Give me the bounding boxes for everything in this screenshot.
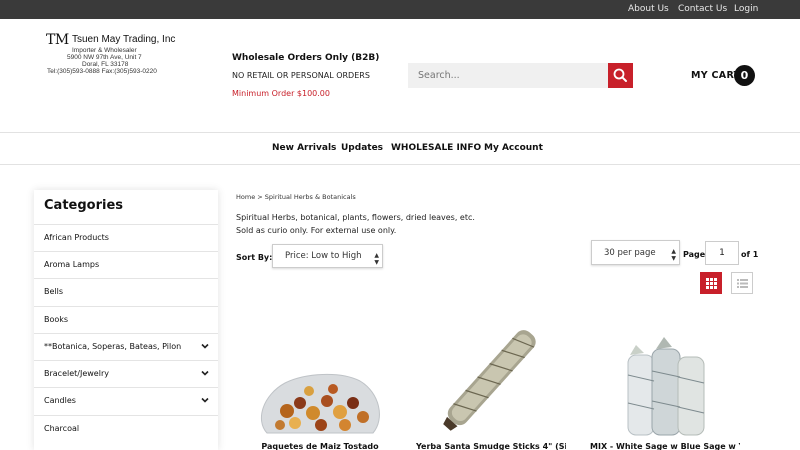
sort-select-value: Price: Low to High bbox=[285, 251, 362, 261]
sidebar-item-label: Bells bbox=[44, 287, 64, 296]
company-tagline: Importer & Wholesaler bbox=[72, 47, 137, 54]
product-card[interactable]: Paquetes de Maiz Tostado bbox=[245, 315, 395, 450]
chevron-down-icon[interactable] bbox=[200, 368, 210, 378]
product-card[interactable]: MIX - White Sage w Blue Sage w Yerba bbox=[590, 315, 740, 450]
product-image[interactable] bbox=[416, 315, 566, 440]
select-arrow-icon: ▲ ▼ bbox=[671, 248, 676, 262]
nav-new-arrivals[interactable]: New Arrivals bbox=[272, 143, 336, 153]
login-link[interactable]: Login bbox=[734, 4, 758, 14]
sidebar-item-african-products[interactable]: African Products bbox=[34, 224, 218, 251]
sidebar-item-botanica[interactable]: **Botanica, Soperas, Bateas, Pilon bbox=[34, 333, 218, 360]
nav-wholesale-info[interactable]: WHOLESALE INFO bbox=[391, 143, 481, 153]
company-city: Doral, FL 33178 bbox=[82, 61, 129, 68]
minimum-order-notice: Minimum Order $100.00 bbox=[232, 89, 330, 98]
company-name: Tsuen May Trading, Inc bbox=[72, 34, 176, 45]
grid-icon bbox=[706, 278, 717, 289]
sidebar-item-bracelet-jewelry[interactable]: Bracelet/Jewelry bbox=[34, 360, 218, 387]
nav-updates[interactable]: Updates bbox=[341, 143, 383, 153]
sort-select[interactable]: Price: Low to High ▲ ▼ bbox=[272, 244, 383, 268]
logo-mark: TM bbox=[46, 32, 69, 48]
top-bar: About Us Contact Us Login bbox=[0, 0, 800, 19]
main-nav: New Arrivals Updates WHOLESALE INFO My A… bbox=[0, 133, 800, 165]
sidebar-item-label: Books bbox=[44, 315, 69, 324]
search-input[interactable] bbox=[408, 63, 608, 88]
sidebar-item-label: Charcoal bbox=[44, 424, 80, 433]
search-icon bbox=[613, 68, 627, 82]
product-image[interactable] bbox=[245, 315, 395, 440]
sidebar-item-charcoal[interactable]: Charcoal bbox=[34, 415, 218, 442]
search-button[interactable] bbox=[608, 63, 633, 88]
sidebar-item-books[interactable]: Books bbox=[34, 306, 218, 333]
grid-view-button[interactable] bbox=[700, 272, 722, 294]
category-description-line2: Sold as curio only. For external use onl… bbox=[236, 226, 397, 235]
sidebar-item-label: Bracelet/Jewelry bbox=[44, 369, 109, 378]
sort-label: Sort By: bbox=[236, 253, 273, 262]
category-sidebar: Categories African Products Aroma Lamps … bbox=[34, 190, 218, 450]
about-us-link[interactable]: About Us bbox=[628, 4, 669, 14]
company-phone: Tel:(305)593-0888 Fax:(305)593-0220 bbox=[47, 68, 157, 75]
page-number-input[interactable] bbox=[705, 241, 739, 265]
breadcrumb[interactable]: Home > Spiritual Herbs & Botanicals bbox=[236, 193, 356, 201]
per-page-value: 30 per page bbox=[604, 248, 656, 258]
contact-us-link[interactable]: Contact Us bbox=[678, 4, 727, 14]
chevron-down-icon[interactable] bbox=[200, 395, 210, 405]
chevron-down-icon[interactable] bbox=[200, 341, 210, 351]
sidebar-item-label: Aroma Lamps bbox=[44, 260, 100, 269]
wholesale-notice: Wholesale Orders Only (B2B) bbox=[232, 53, 380, 63]
sidebar-item-bells[interactable]: Bells bbox=[34, 278, 218, 305]
sidebar-item-candles[interactable]: Candles bbox=[34, 387, 218, 414]
product-image[interactable] bbox=[590, 315, 740, 440]
sidebar-item-label: African Products bbox=[44, 233, 109, 242]
cart-count-badge[interactable]: 0 bbox=[734, 65, 755, 86]
sidebar-item-label: **Botanica, Soperas, Bateas, Pilon bbox=[44, 342, 182, 351]
list-icon bbox=[737, 279, 748, 288]
product-title[interactable]: MIX - White Sage w Blue Sage w Yerba bbox=[590, 442, 740, 450]
list-view-button[interactable] bbox=[731, 272, 753, 294]
sidebar-item-aroma-lamps[interactable]: Aroma Lamps bbox=[34, 251, 218, 278]
product-card[interactable]: Yerba Santa Smudge Sticks 4" (Single) bbox=[416, 315, 566, 450]
page-total: of 1 bbox=[741, 250, 759, 259]
per-page-select[interactable]: 30 per page ▲ ▼ bbox=[591, 240, 680, 265]
category-description-line1: Spiritual Herbs, botanical, plants, flow… bbox=[236, 213, 475, 222]
product-title[interactable]: Paquetes de Maiz Tostado bbox=[245, 442, 395, 450]
company-address: 5900 NW 97th Ave, Unit 7 bbox=[67, 54, 142, 61]
sidebar-title: Categories bbox=[44, 198, 124, 213]
sidebar-item-label: Candles bbox=[44, 396, 76, 405]
product-title[interactable]: Yerba Santa Smudge Sticks 4" (Single) bbox=[416, 442, 566, 450]
select-arrow-icon: ▲ ▼ bbox=[374, 252, 379, 266]
nav-my-account[interactable]: My Account bbox=[484, 143, 543, 153]
no-retail-notice: NO RETAIL OR PERSONAL ORDERS bbox=[232, 71, 370, 80]
page-label: Page bbox=[683, 250, 706, 259]
